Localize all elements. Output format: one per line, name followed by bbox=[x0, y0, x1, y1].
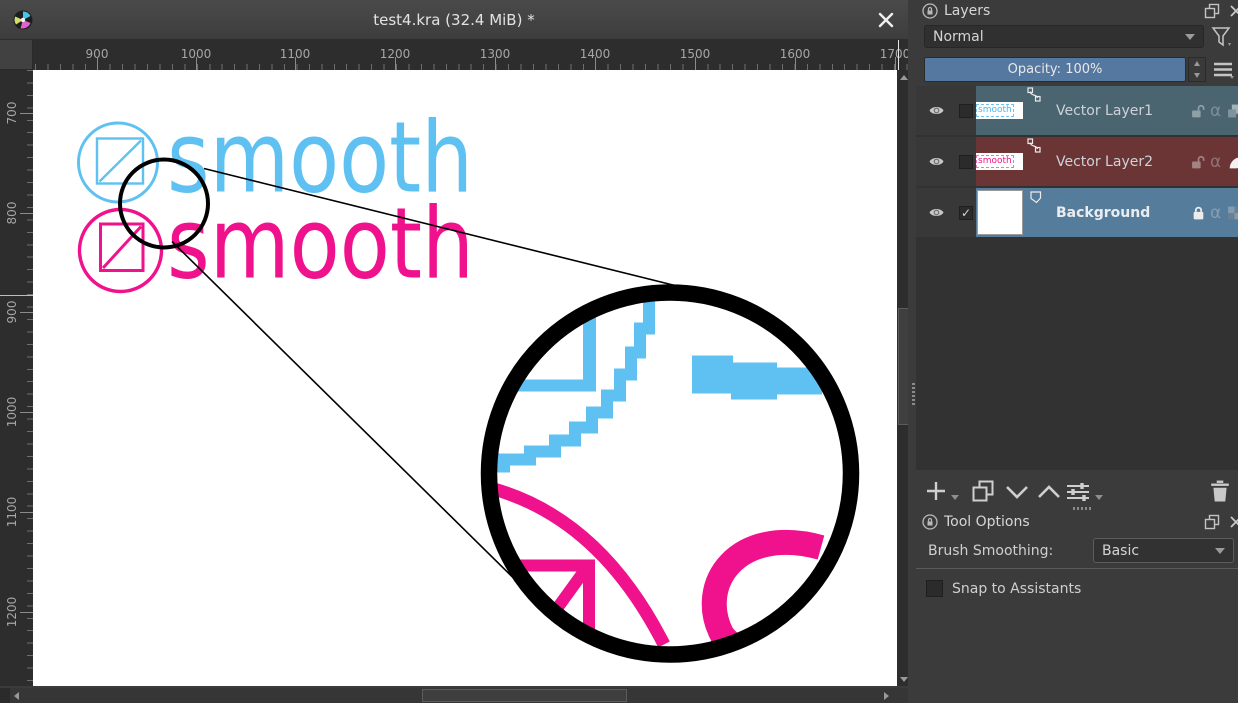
docker-splitter-handle[interactable] bbox=[1073, 507, 1093, 510]
layer-name[interactable]: Vector Layer2 bbox=[1056, 154, 1153, 170]
onion-skin-icon[interactable] bbox=[1227, 154, 1238, 169]
layers-docker-header[interactable]: Layers bbox=[922, 0, 1238, 22]
duplicate-layer-button[interactable] bbox=[972, 474, 995, 502]
layer-filter-icon[interactable] bbox=[1210, 26, 1234, 48]
vertical-ruler: 700 800 900 1000 1100 1200 bbox=[0, 70, 33, 686]
chevron-down-icon bbox=[1004, 482, 1030, 502]
lock-open-icon[interactable] bbox=[1191, 103, 1206, 118]
docker-panel: Layers Normal Opacity: 100% bbox=[908, 0, 1238, 703]
tool-options-docker-title: Tool Options bbox=[944, 514, 1030, 530]
layer-thumbnail[interactable] bbox=[977, 190, 1023, 235]
visibility-eye-icon[interactable] bbox=[928, 155, 945, 168]
tool-options-docker-header[interactable]: Tool Options bbox=[922, 511, 1238, 533]
panel-splitter-handle[interactable] bbox=[912, 383, 915, 405]
opacity-increase-button[interactable] bbox=[1189, 58, 1205, 70]
close-docker-icon[interactable] bbox=[1228, 514, 1238, 530]
scroll-left-button[interactable] bbox=[10, 688, 23, 703]
canvas-text-magenta: smooth bbox=[167, 188, 474, 302]
alpha-lock-icon[interactable]: α bbox=[1210, 203, 1221, 223]
paint-layer-badge-icon bbox=[1029, 190, 1043, 204]
layer-thumbnail[interactable]: smooth bbox=[976, 102, 1023, 119]
move-layer-down-button[interactable] bbox=[1004, 474, 1030, 502]
horizontal-scrollbar[interactable] bbox=[0, 688, 910, 703]
lock-open-icon[interactable] bbox=[1191, 154, 1206, 169]
alpha-lock-icon[interactable]: α bbox=[1210, 101, 1221, 121]
brush-smoothing-value: Basic bbox=[1102, 543, 1139, 559]
duplicate-icon bbox=[972, 480, 995, 502]
snap-to-assistants-label: Snap to Assistants bbox=[952, 581, 1081, 597]
layer-thumbnail[interactable]: smooth bbox=[976, 153, 1023, 170]
vruler-label: 800 bbox=[5, 202, 19, 225]
lock-closed-icon[interactable] bbox=[1191, 205, 1206, 220]
layer-checkbox[interactable] bbox=[959, 155, 973, 169]
layer-checkbox[interactable]: ✓ bbox=[959, 206, 973, 220]
visibility-eye-icon[interactable] bbox=[928, 206, 945, 219]
vruler-label: 1000 bbox=[5, 397, 19, 428]
checkmark-icon: ✓ bbox=[961, 206, 971, 220]
chevron-down-icon bbox=[951, 495, 959, 500]
krita-window: test4.kra (32.4 MiB) * 900 1000 1100 120… bbox=[0, 0, 1238, 703]
vector-layer-badge-icon bbox=[1027, 138, 1041, 153]
chevron-up-icon bbox=[1036, 482, 1062, 502]
properties-sliders-icon bbox=[1066, 482, 1091, 502]
ruler-corner bbox=[0, 40, 33, 70]
vruler-label: 900 bbox=[5, 301, 19, 324]
chevron-down-icon bbox=[1185, 34, 1195, 40]
trash-icon bbox=[1210, 480, 1230, 502]
vruler-label: 700 bbox=[5, 102, 19, 125]
float-docker-icon[interactable] bbox=[1204, 3, 1220, 19]
brush-smoothing-dropdown[interactable]: Basic bbox=[1093, 538, 1234, 563]
move-layer-up-button[interactable] bbox=[1036, 474, 1062, 502]
layer-name[interactable]: Background bbox=[1056, 205, 1150, 221]
float-docker-icon[interactable] bbox=[1204, 514, 1220, 530]
blend-mode-dropdown[interactable]: Normal bbox=[924, 25, 1204, 48]
vruler-label: 1100 bbox=[5, 497, 19, 528]
close-icon[interactable] bbox=[876, 10, 896, 30]
delete-layer-button[interactable] bbox=[1210, 474, 1230, 502]
layers-menu-icon[interactable] bbox=[1212, 60, 1236, 80]
layer-row-vector-layer1[interactable]: smooth Vector Layer1 α bbox=[916, 86, 1238, 135]
layer-row-background[interactable]: ✓ Background α bbox=[916, 188, 1238, 237]
window-title: test4.kra (32.4 MiB) * bbox=[0, 11, 908, 29]
scroll-right-button[interactable] bbox=[880, 688, 893, 703]
horizontal-ruler: 900 1000 1100 1200 1300 1400 1500 1600 1… bbox=[33, 40, 910, 70]
pointer-position-marker bbox=[898, 40, 899, 70]
add-layer-button[interactable] bbox=[925, 474, 959, 502]
opacity-slider[interactable]: Opacity: 100% bbox=[924, 57, 1186, 82]
close-docker-icon[interactable] bbox=[1228, 3, 1238, 19]
docker-lock-icon[interactable] bbox=[922, 3, 938, 19]
layers-docker-title: Layers bbox=[944, 3, 990, 19]
horizontal-scrollbar-thumb[interactable] bbox=[422, 689, 627, 702]
titlebar[interactable]: test4.kra (32.4 MiB) * bbox=[0, 0, 908, 40]
layer-properties-button[interactable] bbox=[1066, 474, 1103, 502]
vector-layer-badge-icon bbox=[1027, 87, 1041, 102]
canvas[interactable]: smooth smooth bbox=[33, 70, 897, 686]
chevron-down-icon bbox=[1095, 495, 1103, 500]
divider bbox=[916, 568, 1238, 569]
canvas-drawing: smooth smooth bbox=[33, 70, 897, 686]
alpha-channel-icon[interactable] bbox=[1227, 205, 1238, 220]
docker-lock-icon[interactable] bbox=[922, 514, 938, 530]
opacity-decrease-button[interactable] bbox=[1189, 70, 1205, 82]
layer-row-vector-layer2[interactable]: smooth Vector Layer2 α bbox=[916, 137, 1238, 186]
snap-to-assistants-checkbox[interactable] bbox=[926, 580, 943, 597]
blend-mode-value: Normal bbox=[933, 29, 984, 45]
pointer-position-marker bbox=[0, 295, 33, 296]
plus-icon bbox=[925, 480, 947, 502]
opacity-spinner bbox=[1188, 57, 1206, 82]
layer-checkbox[interactable] bbox=[959, 104, 973, 118]
vruler-label: 1200 bbox=[5, 597, 19, 628]
magenta-vector-icon bbox=[80, 210, 162, 292]
layer-style-icon[interactable] bbox=[1227, 103, 1238, 118]
chevron-down-icon bbox=[1215, 548, 1225, 554]
brush-smoothing-label: Brush Smoothing: bbox=[928, 543, 1053, 559]
layer-name[interactable]: Vector Layer1 bbox=[1056, 103, 1153, 119]
alpha-lock-icon[interactable]: α bbox=[1210, 152, 1221, 172]
visibility-eye-icon[interactable] bbox=[928, 104, 945, 117]
opacity-value: Opacity: 100% bbox=[1008, 62, 1103, 77]
